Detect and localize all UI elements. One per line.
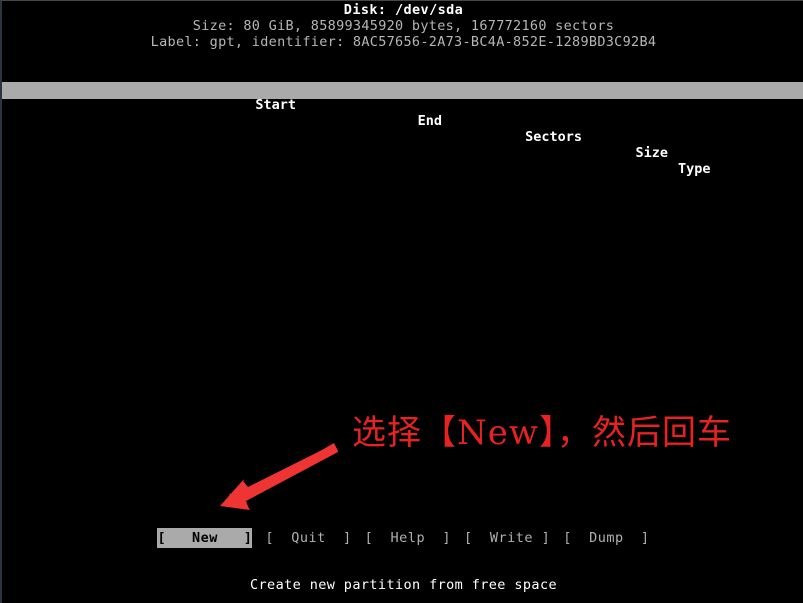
- row-start: 2048: [263, 133, 296, 149]
- disk-label-line: Label: gpt, identifier: 8AC57656-2A73-BC…: [150, 34, 657, 50]
- status-line: Create new partition from free space: [250, 577, 557, 593]
- column-header-start: Start: [255, 97, 296, 113]
- row-end: 167772126: [368, 150, 442, 166]
- disk-title: Disk: /dev/sda: [343, 2, 464, 18]
- menu-item-help[interactable]: [ Help ]: [365, 528, 451, 548]
- column-header-size: Size: [635, 145, 668, 161]
- row-sectors: 167770079: [508, 167, 582, 183]
- column-header-sectors: Sectors: [525, 129, 582, 145]
- cfdisk-terminal-screen: Disk: /dev/sda Size: 80 GiB, 85899345920…: [0, 0, 803, 603]
- table-row[interactable]: >> Free space 2048 167772126 167770079 8…: [2, 82, 803, 200]
- column-header-type: Type: [678, 161, 711, 177]
- menu-bar: [ New ] [ Quit ] [ Help ] [ Write ] [ Dump ]: [2, 528, 803, 548]
- menu-item-write[interactable]: [ Write ]: [464, 528, 550, 548]
- partition-table-header: Device Start End Sectors Size Type: [2, 65, 803, 177]
- annotation-text: 选择【New】，然后回车: [352, 413, 732, 453]
- menu-item-new[interactable]: [ New ]: [157, 528, 253, 548]
- menu-item-quit[interactable]: [ Quit ]: [265, 528, 351, 548]
- menu-item-dump[interactable]: [ Dump ]: [563, 528, 649, 548]
- column-header-end: End: [417, 113, 442, 129]
- row-size: 80G: [643, 184, 668, 200]
- row-device: Free space: [30, 116, 112, 132]
- row-selection-marker-icon: >>: [4, 99, 21, 115]
- disk-size-line: Size: 80 GiB, 85899345920 bytes, 1677721…: [192, 18, 615, 34]
